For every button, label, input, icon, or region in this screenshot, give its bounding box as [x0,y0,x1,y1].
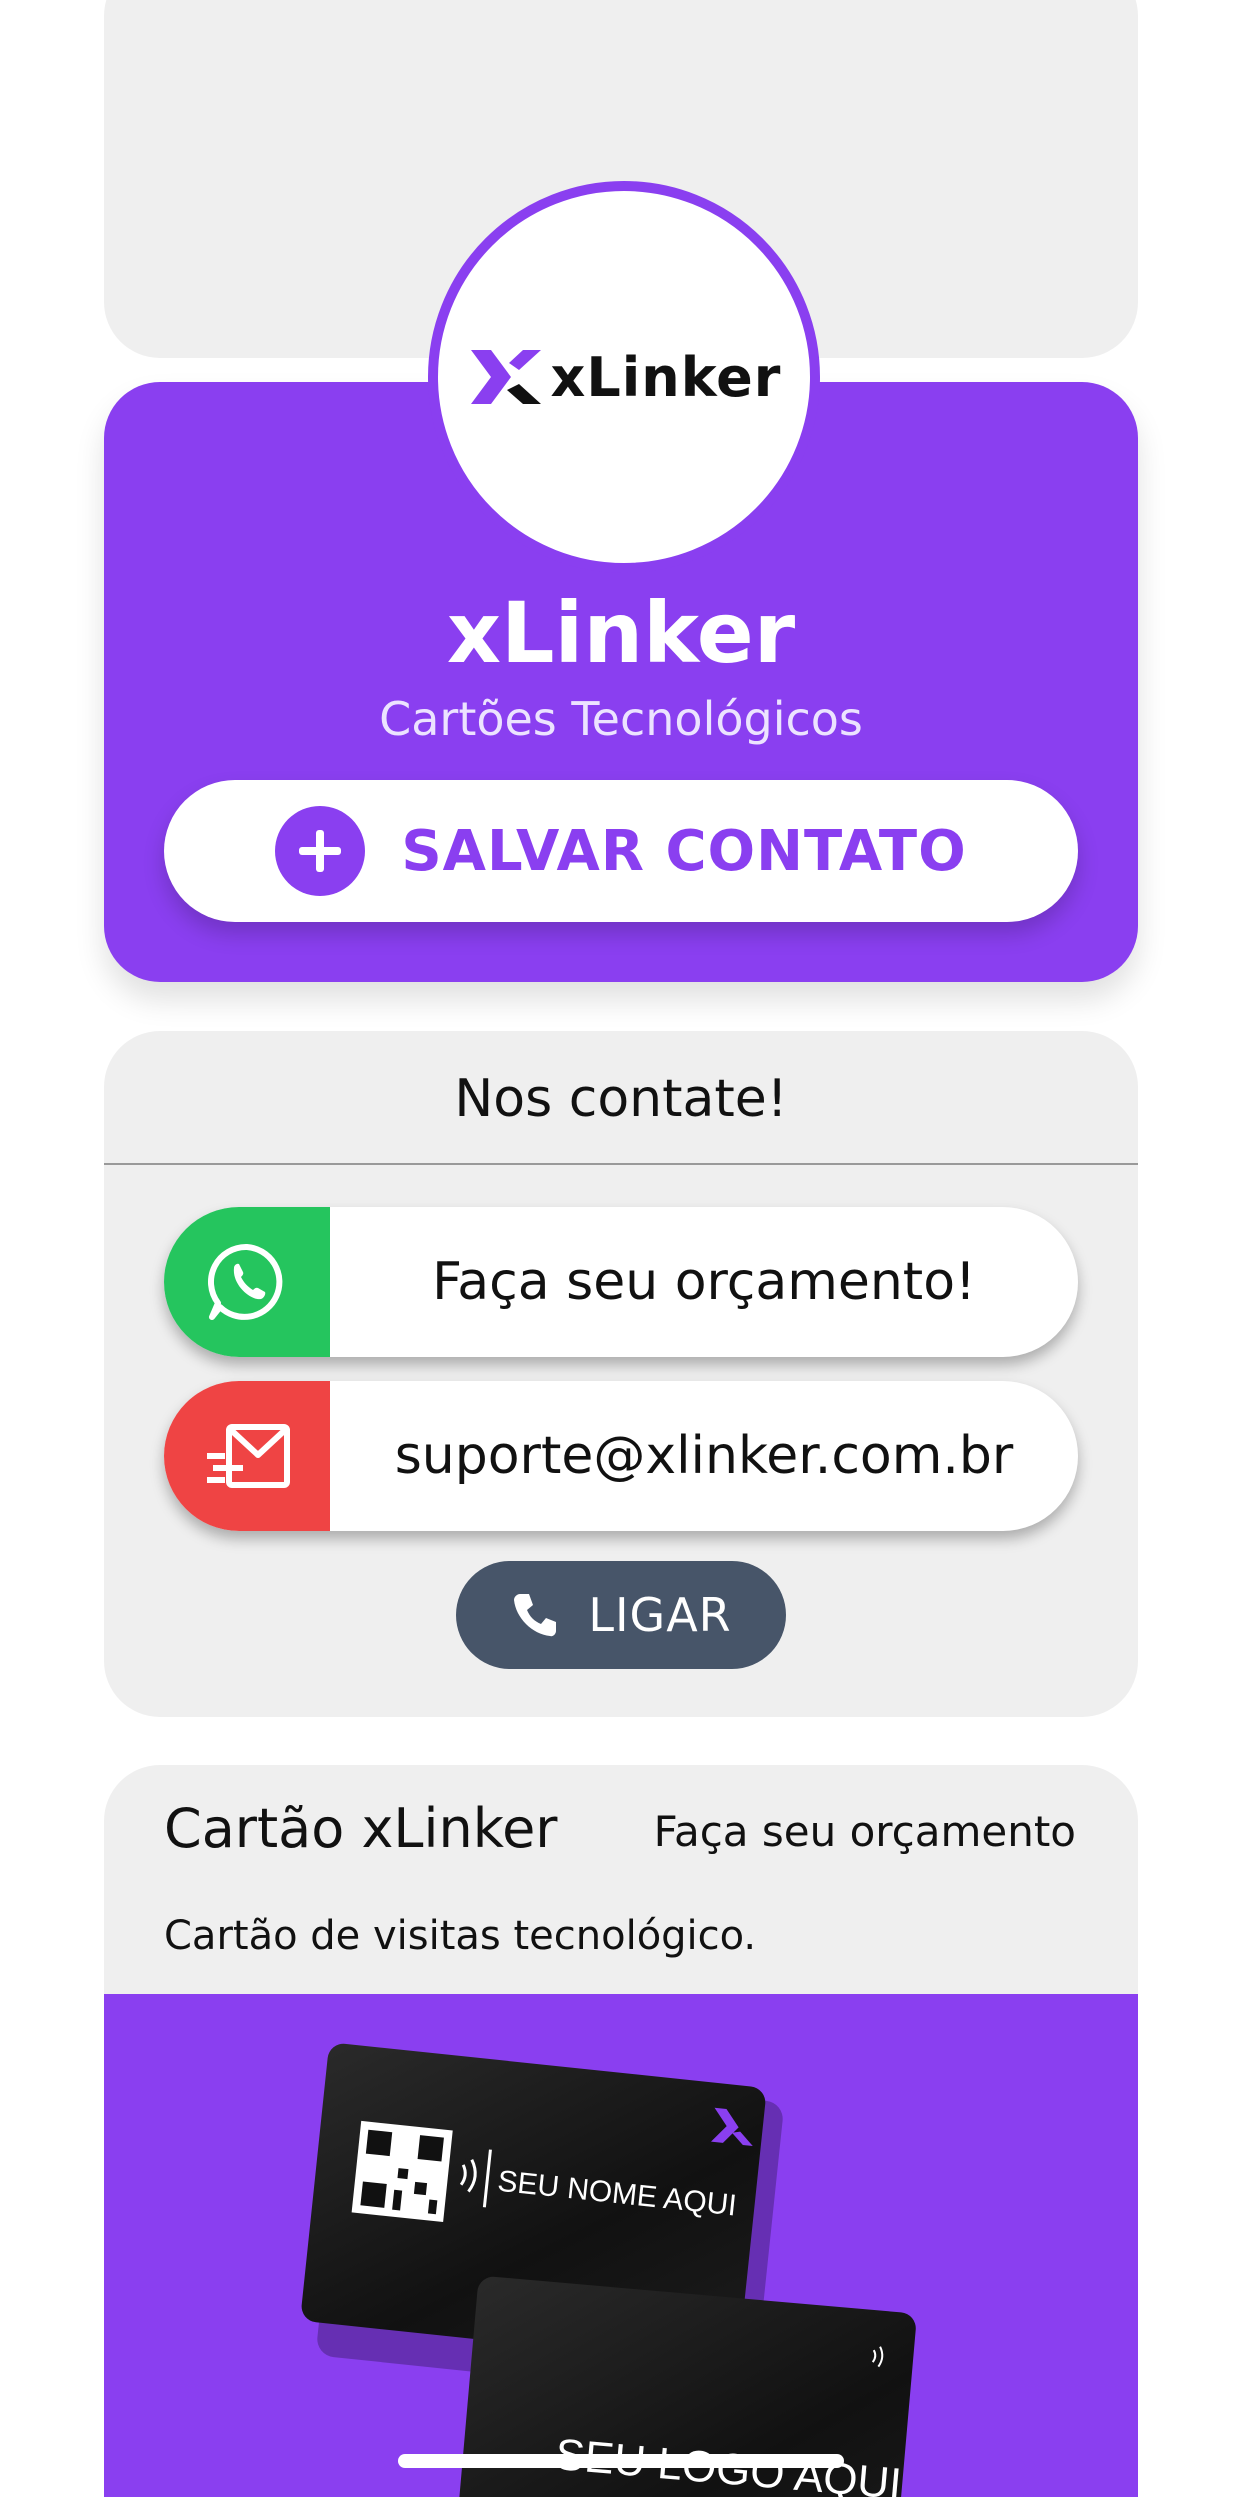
whatsapp-icon [164,1207,330,1357]
page: xLinker xLinker Cartões Tecnológicos SAL… [0,0,1242,2497]
call-button[interactable]: LIGAR [456,1561,786,1669]
whatsapp-label: Faça seu orçamento! [432,1252,976,1312]
product-card: Cartão xLinker Faça seu orçamento Cartão… [104,1765,1138,2497]
home-indicator[interactable] [398,2454,844,2468]
plus-icon [275,806,366,896]
phone-icon [514,1594,557,1637]
brand-logo-mark [470,350,541,404]
profile-name: xLinker [446,584,796,682]
save-contact-label: SALVAR CONTATO [401,818,967,884]
product-title: Cartão xLinker [164,1797,558,1860]
profile-subtitle: Cartões Tecnológicos [379,692,863,746]
brand-logo-text: xLinker [550,345,782,409]
brand-logo: xLinker [467,346,782,409]
mail-icon [164,1381,330,1531]
product-description: Cartão de visitas tecnológico. [164,1913,757,1959]
call-label: LIGAR [588,1588,732,1642]
save-contact-button[interactable]: SALVAR CONTATO [164,780,1078,922]
whatsapp-button[interactable]: Faça seu orçamento! [164,1207,1078,1357]
email-label: suporte@xlinker.com.br [394,1426,1014,1486]
email-button[interactable]: suporte@xlinker.com.br [164,1381,1078,1531]
contact-divider [104,1163,1138,1165]
product-quote-link[interactable]: Faça seu orçamento [654,1807,1076,1856]
contact-card: Nos contate! Faça seu orçamento! suporte… [104,1031,1138,1717]
contact-title: Nos contate! [454,1069,788,1129]
profile-avatar: xLinker [428,181,820,573]
product-image: SEU NOME AQUI SEU LOGO AQUI [104,1994,1138,2497]
